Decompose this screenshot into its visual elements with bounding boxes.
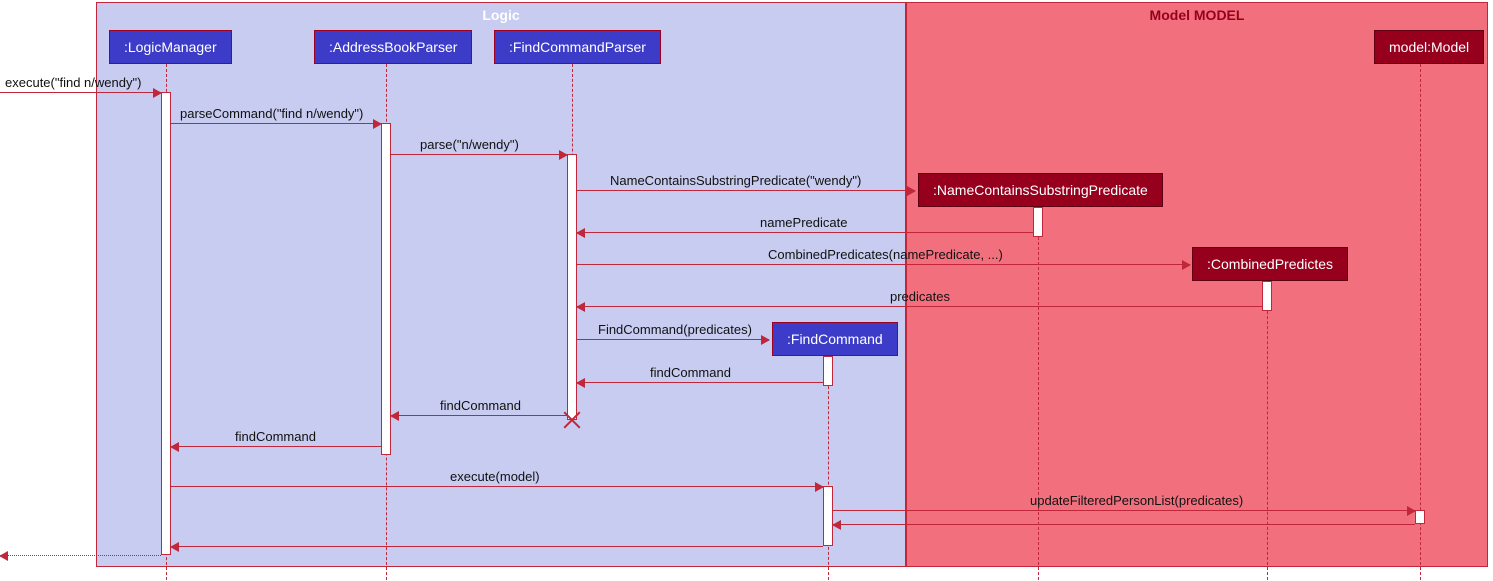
activation-model bbox=[1415, 510, 1425, 524]
arrow-findcommand-return1 bbox=[577, 382, 823, 383]
participant-find-command: :FindCommand bbox=[772, 322, 898, 356]
activation-addressbook-parser bbox=[381, 123, 391, 455]
msg-name-predicate-create: NameContainsSubstringPredicate("wendy") bbox=[610, 173, 861, 188]
destroy-findcommand-parser bbox=[563, 411, 581, 429]
msg-findcommand-return1: findCommand bbox=[650, 365, 731, 380]
participant-findcommand-parser: :FindCommandParser bbox=[494, 30, 661, 64]
arrow-findcommand-return3 bbox=[171, 446, 381, 447]
lifeline-find-command bbox=[828, 356, 829, 580]
arrow-findcommand-return2 bbox=[391, 415, 567, 416]
arrow-execute-find bbox=[0, 92, 161, 93]
msg-findcommand-return3: findCommand bbox=[235, 429, 316, 444]
arrow-update-list bbox=[833, 510, 1415, 511]
arrow-name-predicate-return bbox=[577, 232, 1033, 233]
participant-name-predicate: :NameContainsSubstringPredicate bbox=[918, 173, 1163, 207]
arrow-external-return bbox=[0, 555, 161, 556]
activation-logic-manager bbox=[161, 92, 171, 555]
lifeline-model bbox=[1420, 64, 1421, 580]
msg-predicates-return: predicates bbox=[890, 289, 950, 304]
container-model: Model MODEL bbox=[906, 2, 1488, 567]
msg-update-list: updateFilteredPersonList(predicates) bbox=[1030, 493, 1243, 508]
activation-name-predicate bbox=[1033, 207, 1043, 237]
arrow-update-list-return bbox=[833, 524, 1415, 525]
msg-combined-create: CombinedPredicates(namePredicate, ...) bbox=[768, 247, 1003, 262]
msg-parse: parse("n/wendy") bbox=[420, 137, 519, 152]
arrow-parsecommand bbox=[171, 123, 381, 124]
container-model-title: Model MODEL bbox=[1150, 7, 1245, 23]
sequence-diagram: Logic Model MODEL :LogicManager :Address… bbox=[0, 0, 1493, 581]
msg-findcommand-create: FindCommand(predicates) bbox=[598, 322, 752, 337]
msg-execute-model: execute(model) bbox=[450, 469, 540, 484]
activation-find-command-execute bbox=[823, 486, 833, 546]
arrow-name-predicate-create bbox=[577, 190, 915, 191]
activation-find-command-create bbox=[823, 356, 833, 386]
participant-combined-predicates: :CombinedPredictes bbox=[1192, 247, 1348, 281]
arrow-findcommand-create bbox=[577, 339, 769, 340]
lifeline-combined-predicates bbox=[1267, 281, 1268, 580]
participant-logic-manager: :LogicManager bbox=[109, 30, 232, 64]
arrow-combined-create bbox=[577, 264, 1190, 265]
arrow-execute-return bbox=[171, 546, 823, 547]
msg-execute-find: execute("find n/wendy") bbox=[5, 75, 141, 90]
participant-addressbook-parser: :AddressBookParser bbox=[314, 30, 472, 64]
msg-findcommand-return2: findCommand bbox=[440, 398, 521, 413]
activation-combined-predicates bbox=[1262, 281, 1272, 311]
arrow-parse bbox=[391, 154, 567, 155]
container-logic-title: Logic bbox=[482, 7, 519, 23]
msg-name-predicate-return: namePredicate bbox=[760, 215, 847, 230]
msg-parsecommand: parseCommand("find n/wendy") bbox=[180, 106, 363, 121]
participant-model: model:Model bbox=[1374, 30, 1484, 64]
arrow-execute-model bbox=[171, 486, 823, 487]
arrow-predicates-return bbox=[577, 306, 1262, 307]
